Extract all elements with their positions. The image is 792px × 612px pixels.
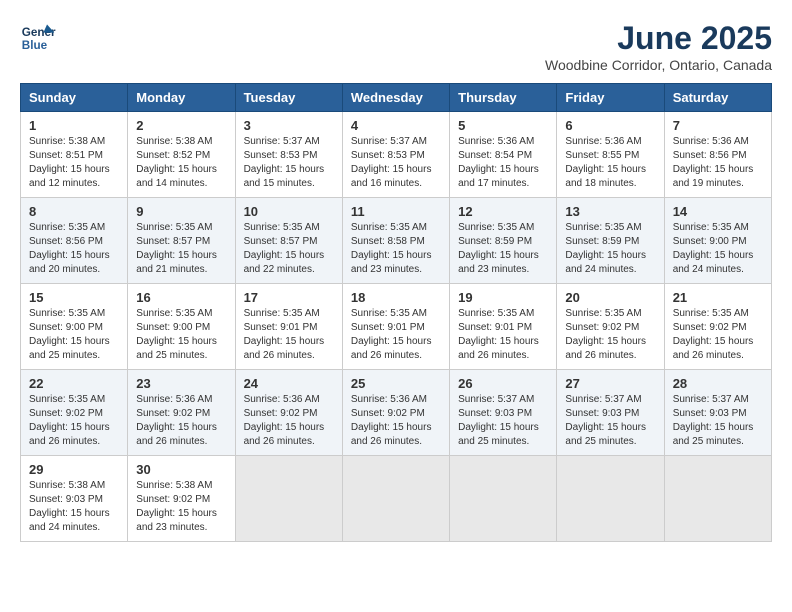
calendar-row-5: 29Sunrise: 5:38 AMSunset: 9:03 PMDayligh…	[21, 456, 772, 542]
logo-icon: General Blue	[20, 20, 56, 56]
day-cell-21: 21Sunrise: 5:35 AMSunset: 9:02 PMDayligh…	[664, 284, 771, 370]
calendar-row-2: 8Sunrise: 5:35 AMSunset: 8:56 PMDaylight…	[21, 198, 772, 284]
day-cell-28: 28Sunrise: 5:37 AMSunset: 9:03 PMDayligh…	[664, 370, 771, 456]
empty-cell	[557, 456, 664, 542]
day-cell-18: 18Sunrise: 5:35 AMSunset: 9:01 PMDayligh…	[342, 284, 449, 370]
day-cell-10: 10Sunrise: 5:35 AMSunset: 8:57 PMDayligh…	[235, 198, 342, 284]
calendar: Sunday Monday Tuesday Wednesday Thursday…	[20, 83, 772, 542]
month-title: June 2025	[545, 20, 772, 57]
day-cell-30: 30Sunrise: 5:38 AMSunset: 9:02 PMDayligh…	[128, 456, 235, 542]
day-cell-11: 11Sunrise: 5:35 AMSunset: 8:58 PMDayligh…	[342, 198, 449, 284]
calendar-row-4: 22Sunrise: 5:35 AMSunset: 9:02 PMDayligh…	[21, 370, 772, 456]
day-cell-19: 19Sunrise: 5:35 AMSunset: 9:01 PMDayligh…	[450, 284, 557, 370]
day-cell-24: 24Sunrise: 5:36 AMSunset: 9:02 PMDayligh…	[235, 370, 342, 456]
day-cell-2: 2Sunrise: 5:38 AMSunset: 8:52 PMDaylight…	[128, 112, 235, 198]
day-cell-15: 15Sunrise: 5:35 AMSunset: 9:00 PMDayligh…	[21, 284, 128, 370]
day-cell-27: 27Sunrise: 5:37 AMSunset: 9:03 PMDayligh…	[557, 370, 664, 456]
day-cell-6: 6Sunrise: 5:36 AMSunset: 8:55 PMDaylight…	[557, 112, 664, 198]
empty-cell	[235, 456, 342, 542]
svg-text:Blue: Blue	[22, 39, 48, 52]
logo: General Blue General Blue	[20, 20, 56, 56]
empty-cell	[664, 456, 771, 542]
svg-text:General: General	[22, 26, 56, 39]
day-cell-29: 29Sunrise: 5:38 AMSunset: 9:03 PMDayligh…	[21, 456, 128, 542]
day-cell-16: 16Sunrise: 5:35 AMSunset: 9:00 PMDayligh…	[128, 284, 235, 370]
day-cell-1: 1Sunrise: 5:38 AMSunset: 8:51 PMDaylight…	[21, 112, 128, 198]
day-cell-4: 4Sunrise: 5:37 AMSunset: 8:53 PMDaylight…	[342, 112, 449, 198]
day-cell-7: 7Sunrise: 5:36 AMSunset: 8:56 PMDaylight…	[664, 112, 771, 198]
header-monday: Monday	[128, 84, 235, 112]
day-cell-23: 23Sunrise: 5:36 AMSunset: 9:02 PMDayligh…	[128, 370, 235, 456]
day-cell-14: 14Sunrise: 5:35 AMSunset: 9:00 PMDayligh…	[664, 198, 771, 284]
day-cell-25: 25Sunrise: 5:36 AMSunset: 9:02 PMDayligh…	[342, 370, 449, 456]
day-cell-3: 3Sunrise: 5:37 AMSunset: 8:53 PMDaylight…	[235, 112, 342, 198]
day-cell-22: 22Sunrise: 5:35 AMSunset: 9:02 PMDayligh…	[21, 370, 128, 456]
empty-cell	[342, 456, 449, 542]
day-cell-8: 8Sunrise: 5:35 AMSunset: 8:56 PMDaylight…	[21, 198, 128, 284]
header-saturday: Saturday	[664, 84, 771, 112]
day-cell-13: 13Sunrise: 5:35 AMSunset: 8:59 PMDayligh…	[557, 198, 664, 284]
day-cell-5: 5Sunrise: 5:36 AMSunset: 8:54 PMDaylight…	[450, 112, 557, 198]
header: General Blue General Blue June 2025 Wood…	[20, 20, 772, 73]
header-sunday: Sunday	[21, 84, 128, 112]
header-wednesday: Wednesday	[342, 84, 449, 112]
day-cell-26: 26Sunrise: 5:37 AMSunset: 9:03 PMDayligh…	[450, 370, 557, 456]
header-tuesday: Tuesday	[235, 84, 342, 112]
day-cell-20: 20Sunrise: 5:35 AMSunset: 9:02 PMDayligh…	[557, 284, 664, 370]
empty-cell	[450, 456, 557, 542]
weekday-header-row: Sunday Monday Tuesday Wednesday Thursday…	[21, 84, 772, 112]
day-cell-17: 17Sunrise: 5:35 AMSunset: 9:01 PMDayligh…	[235, 284, 342, 370]
day-cell-9: 9Sunrise: 5:35 AMSunset: 8:57 PMDaylight…	[128, 198, 235, 284]
header-thursday: Thursday	[450, 84, 557, 112]
location-subtitle: Woodbine Corridor, Ontario, Canada	[545, 57, 772, 73]
header-friday: Friday	[557, 84, 664, 112]
calendar-row-3: 15Sunrise: 5:35 AMSunset: 9:00 PMDayligh…	[21, 284, 772, 370]
title-area: June 2025 Woodbine Corridor, Ontario, Ca…	[545, 20, 772, 73]
day-cell-12: 12Sunrise: 5:35 AMSunset: 8:59 PMDayligh…	[450, 198, 557, 284]
calendar-row-1: 1Sunrise: 5:38 AMSunset: 8:51 PMDaylight…	[21, 112, 772, 198]
